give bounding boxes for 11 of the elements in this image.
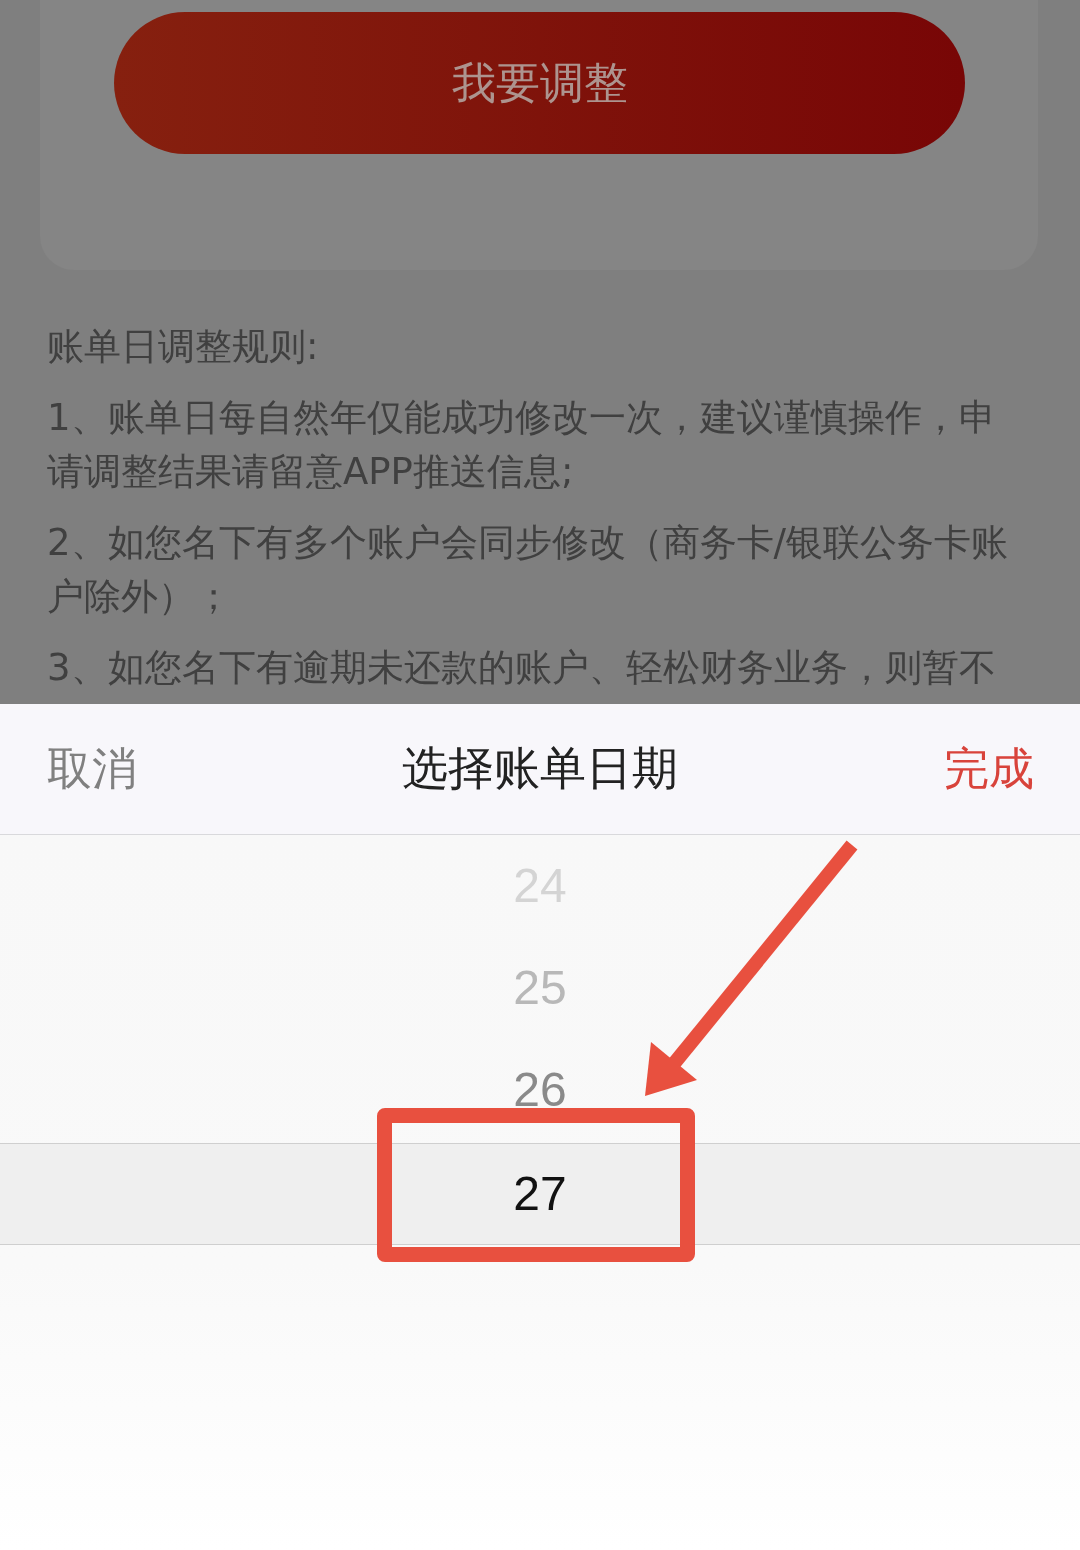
picker-item[interactable]: 26 — [513, 1062, 567, 1118]
rule-text: 2、如您名下有多个账户会同步修改（商务卡/银联公务卡账户除外）； — [47, 520, 1009, 620]
rule-text: 3、如您名下有逾期未还款的账户、轻松财务业务，则暂不 — [47, 645, 997, 691]
rule-text: 1、账单日每自然年仅能成功修改一次，建议谨慎操作，申请调整结果请留意APP推送信息; — [47, 395, 997, 495]
adjust-button[interactable]: 我要调整 — [114, 12, 965, 154]
sheet-title: 选择账单日期 — [402, 740, 678, 797]
done-button[interactable]: 完成 — [944, 739, 1034, 799]
picker-item[interactable]: 27 — [513, 1166, 567, 1222]
cancel-button[interactable]: 取消 — [47, 739, 137, 799]
picker-item[interactable]: 25 — [513, 960, 567, 1016]
rules-title: 账单日调整规则: — [47, 324, 320, 370]
